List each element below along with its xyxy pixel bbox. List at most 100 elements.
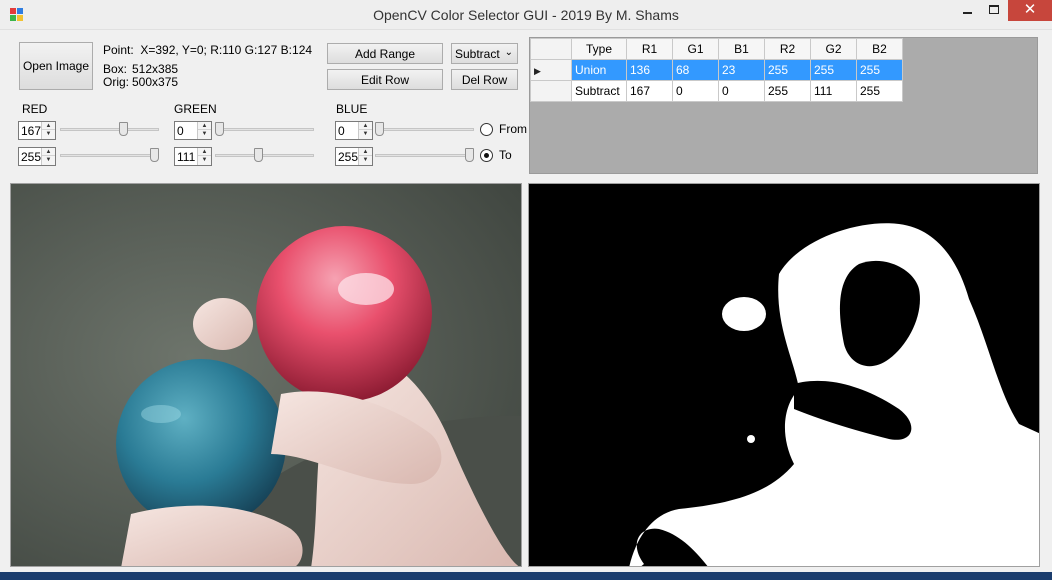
add-range-label: Add Range [354,46,416,61]
spin-down-icon[interactable]: ▼ [359,130,372,138]
radio-to[interactable]: To [480,148,512,162]
maximize-icon [989,5,999,14]
column-header[interactable]: G1 [672,38,719,60]
red-from-spinner[interactable]: 167 ▲ ▼ [18,121,56,140]
table-row[interactable]: Subtract 167 0 0 255 111 255 [530,80,903,102]
blue-label: BLUE [336,102,368,116]
ranges-table: Type R1 G1 B1 R2 G2 B2 ▶ Union 136 68 23… [530,38,903,102]
table-cell[interactable]: 111 [810,80,857,102]
table-cell[interactable]: 68 [672,59,719,81]
mode-select[interactable]: Subtract ⌄ [451,43,518,64]
minimize-button[interactable] [954,0,981,21]
taskbar-strip [0,572,1052,580]
window-title: OpenCV Color Selector GUI - 2019 By M. S… [373,7,679,23]
row-pointer-icon: ▶ [534,66,541,76]
blue-from-slider[interactable] [375,122,474,138]
spinner-arrows[interactable]: ▲ ▼ [358,148,372,165]
spin-down-icon[interactable]: ▼ [42,156,55,164]
box-value: 512x385 [132,62,179,76]
spinner-arrows[interactable]: ▲ ▼ [41,148,55,165]
column-header[interactable]: G2 [810,38,857,60]
green-from-slider[interactable] [215,122,314,138]
spin-up-icon[interactable]: ▲ [42,148,55,156]
slider-thumb[interactable] [254,148,263,162]
app-window: OpenCV Color Selector GUI - 2019 By M. S… [0,0,1052,580]
spin-up-icon[interactable]: ▲ [359,148,372,156]
box-label: Box: [103,62,128,76]
radio-to-label: To [499,148,512,162]
table-header-row: Type R1 G1 B1 R2 G2 B2 [530,38,903,60]
spin-down-icon[interactable]: ▼ [198,130,211,138]
slider-thumb[interactable] [215,122,224,136]
spin-down-icon[interactable]: ▼ [198,156,211,164]
maximize-button[interactable] [981,0,1008,21]
spin-up-icon[interactable]: ▲ [198,148,211,156]
green-to-spinner[interactable]: 111 ▲ ▼ [174,147,212,166]
table-cell[interactable]: 255 [810,59,857,81]
slider-track [60,128,159,131]
slider-thumb[interactable] [375,122,384,136]
spin-down-icon[interactable]: ▼ [359,156,372,164]
table-cell[interactable]: 136 [626,59,673,81]
table-cell[interactable]: 0 [718,80,765,102]
blue-from-spinner[interactable]: 0 ▲ ▼ [335,121,373,140]
red-to-value: 255 [21,150,42,164]
spin-up-icon[interactable]: ▲ [198,122,211,130]
table-cell[interactable]: 255 [856,59,903,81]
column-header[interactable]: R2 [764,38,811,60]
spinner-arrows[interactable]: ▲ ▼ [197,122,211,139]
table-cell[interactable]: 255 [764,80,811,102]
column-header[interactable]: B2 [856,38,903,60]
minimize-icon [963,12,972,14]
slider-thumb[interactable] [465,148,474,162]
row-header[interactable]: ▶ [530,59,572,81]
red-to-slider[interactable] [60,148,159,164]
red-from-slider[interactable] [60,122,159,138]
edit-row-button[interactable]: Edit Row [327,69,443,90]
blue-to-value: 255 [338,150,359,164]
spin-down-icon[interactable]: ▼ [42,130,55,138]
table-cell[interactable]: Subtract [571,80,627,102]
mask-image[interactable] [528,183,1040,567]
open-image-label: Open Image [22,59,90,73]
radio-selected-dot [484,152,489,158]
ranges-grid[interactable]: Type R1 G1 B1 R2 G2 B2 ▶ Union 136 68 23… [529,37,1038,174]
open-image-button[interactable]: Open Image [19,42,93,90]
row-header[interactable] [530,80,572,102]
column-header[interactable]: Type [571,38,627,60]
slider-track [375,128,474,131]
del-row-button[interactable]: Del Row [451,69,518,90]
table-cell[interactable]: Union [571,59,627,81]
green-to-slider[interactable] [215,148,314,164]
orig-value: 500x375 [132,75,179,89]
table-cell[interactable]: 255 [764,59,811,81]
close-button[interactable]: ✕ [1008,0,1052,21]
spinner-arrows[interactable]: ▲ ▼ [41,122,55,139]
slider-thumb[interactable] [119,122,128,136]
add-range-button[interactable]: Add Range [327,43,443,64]
blue-to-slider[interactable] [375,148,474,164]
table-row[interactable]: ▶ Union 136 68 23 255 255 255 [530,59,903,81]
blue-to-spinner[interactable]: 255 ▲ ▼ [335,147,373,166]
column-header[interactable]: R1 [626,38,673,60]
radio-circle[interactable] [480,148,493,162]
table-cell[interactable]: 0 [672,80,719,102]
green-label: GREEN [174,102,217,116]
column-header[interactable]: B1 [718,38,765,60]
title-bar[interactable]: OpenCV Color Selector GUI - 2019 By M. S… [0,0,1052,30]
table-cell[interactable]: 23 [718,59,765,81]
slider-thumb[interactable] [150,148,159,162]
red-label: RED [22,102,48,116]
spinner-arrows[interactable]: ▲ ▼ [358,122,372,139]
spin-up-icon[interactable]: ▲ [42,122,55,130]
spinner-arrows[interactable]: ▲ ▼ [197,148,211,165]
source-image[interactable] [10,183,522,567]
red-to-spinner[interactable]: 255 ▲ ▼ [18,147,56,166]
green-from-spinner[interactable]: 0 ▲ ▼ [174,121,212,140]
table-cell[interactable]: 167 [626,80,673,102]
mask-render [529,184,1039,566]
radio-from[interactable]: From [480,122,527,136]
radio-circle[interactable] [480,122,493,136]
table-cell[interactable]: 255 [856,80,903,102]
spin-up-icon[interactable]: ▲ [359,122,372,130]
